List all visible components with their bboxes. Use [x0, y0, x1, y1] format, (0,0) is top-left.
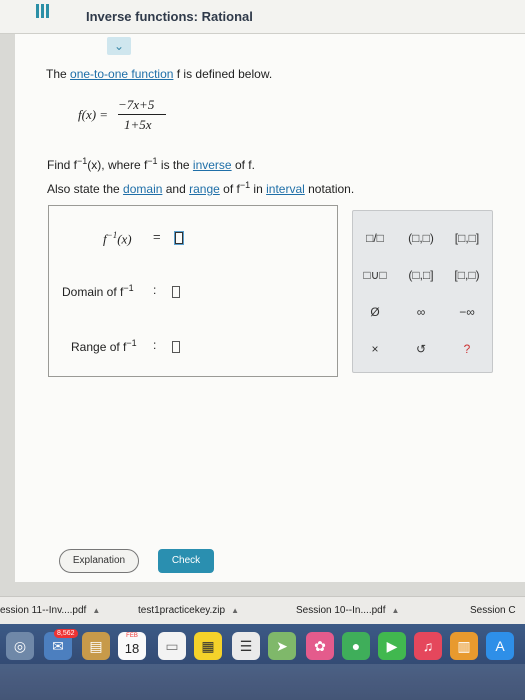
- negative-infinity-key[interactable]: −∞: [447, 305, 487, 319]
- inverse-link[interactable]: inverse: [193, 158, 232, 172]
- problem-intro: The one-to-one function f is defined bel…: [46, 67, 273, 81]
- hamburger-icon[interactable]: [34, 4, 52, 20]
- safari-icon[interactable]: ◎: [6, 632, 34, 660]
- state-instruction: Also state the domain and range of f−1 i…: [47, 180, 355, 196]
- infinity-key[interactable]: ∞: [401, 305, 441, 319]
- clear-icon[interactable]: ×: [355, 342, 395, 356]
- download-item[interactable]: ession 11--Inv....pdf ▲: [0, 605, 100, 616]
- check-button[interactable]: Check: [158, 549, 214, 573]
- books-icon[interactable]: ▥: [450, 632, 478, 660]
- download-item[interactable]: test1practicekey.zip ▲: [138, 605, 239, 616]
- chevron-down-icon[interactable]: ⌄: [107, 37, 131, 55]
- range-label: Range of f−1: [71, 338, 137, 354]
- closed-interval-key[interactable]: [□,□]: [447, 231, 487, 245]
- reminders-icon[interactable]: ☰: [232, 632, 260, 660]
- one-to-one-function-link[interactable]: one-to-one function: [70, 67, 173, 81]
- download-item[interactable]: Session 10--In....pdf ▲: [296, 605, 399, 616]
- chevron-up-icon[interactable]: ▲: [392, 606, 400, 615]
- symbol-palette: □/□ (□,□) [□,□] □∪□ (□,□] [□,□) Ø ∞ −∞ ×…: [352, 210, 493, 373]
- stickies-icon[interactable]: ▦: [194, 632, 222, 660]
- chevron-up-icon[interactable]: ▲: [231, 606, 239, 615]
- function-definition: f(x) = −7x+5 1+5x: [78, 97, 188, 133]
- downloads-bar: ession 11--Inv....pdf ▲ test1practicekey.…: [0, 596, 525, 624]
- right-open-interval-key[interactable]: [□,□): [447, 268, 487, 282]
- domain-input[interactable]: [172, 283, 180, 301]
- calendar-icon[interactable]: FEB 18: [118, 632, 146, 660]
- union-key[interactable]: □∪□: [355, 268, 395, 282]
- header-bar: Inverse functions: Rational: [0, 0, 525, 34]
- app-store-icon[interactable]: A: [486, 632, 514, 660]
- domain-link[interactable]: domain: [123, 182, 162, 196]
- empty-set-key[interactable]: Ø: [355, 305, 395, 319]
- find-instruction: Find f−1(x), where f−1 is the inverse of…: [47, 156, 255, 172]
- facetime-icon[interactable]: ▶: [378, 632, 406, 660]
- range-input[interactable]: [172, 338, 180, 356]
- left-open-interval-key[interactable]: (□,□]: [401, 268, 441, 282]
- undo-icon[interactable]: ↺: [401, 342, 441, 356]
- fraction-key[interactable]: □/□: [355, 231, 395, 245]
- messages-icon[interactable]: ●: [342, 632, 370, 660]
- help-icon[interactable]: ?: [447, 342, 487, 356]
- page-title: Inverse functions: Rational: [86, 9, 253, 24]
- mail-badge: 8,562: [54, 629, 78, 638]
- inverse-label: f−1(x): [103, 230, 132, 247]
- inverse-input[interactable]: [175, 229, 183, 247]
- chevron-up-icon[interactable]: ▲: [92, 606, 100, 615]
- open-interval-key[interactable]: (□,□): [401, 231, 441, 245]
- dock: ◎ ✉ ▤ FEB 18 ▭ ▦ ☰ ➤ ✿ ● ▶ ♫ ▥ A: [0, 624, 525, 700]
- contacts-icon[interactable]: ▤: [82, 632, 110, 660]
- music-icon[interactable]: ♫: [414, 632, 442, 660]
- interval-link[interactable]: interval: [266, 182, 305, 196]
- explanation-button[interactable]: Explanation: [59, 549, 139, 573]
- equals-sign: =: [153, 229, 161, 244]
- maps-icon[interactable]: ➤: [268, 632, 296, 660]
- download-item[interactable]: Session C: [470, 605, 516, 616]
- range-link[interactable]: range: [189, 182, 220, 196]
- notes-icon[interactable]: ▭: [158, 632, 186, 660]
- photos-icon[interactable]: ✿: [306, 632, 334, 660]
- domain-label: Domain of f−1: [62, 283, 134, 299]
